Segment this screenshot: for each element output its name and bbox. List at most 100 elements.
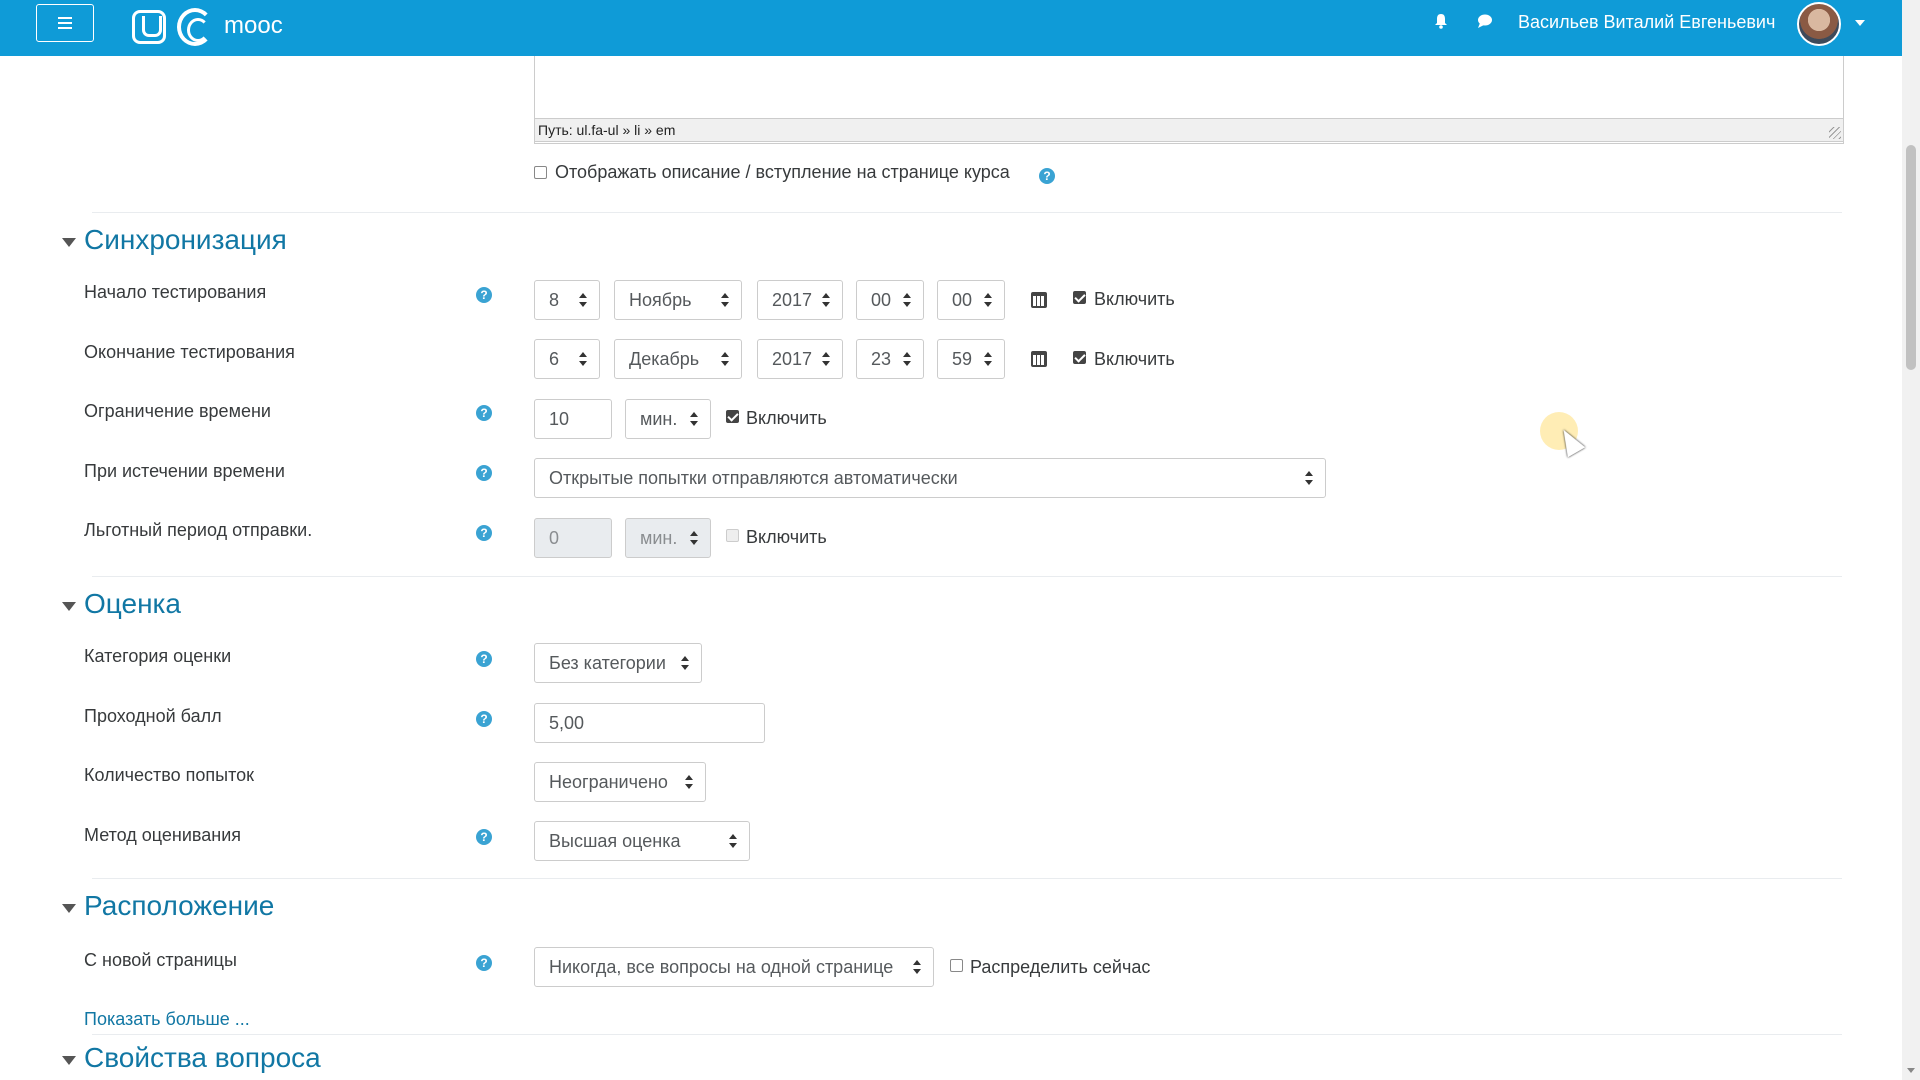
select-value: 8 — [549, 290, 560, 310]
show-more-link[interactable]: Показать больше ... — [84, 1009, 250, 1030]
grace-enable-label: Включить — [746, 527, 827, 547]
close-day-select[interactable]: 6 — [534, 339, 600, 379]
select-arrows-icon — [984, 293, 992, 307]
help-icon[interactable]: ? — [476, 525, 492, 541]
grade-category-label: Категория оценки — [84, 646, 232, 666]
collapse-caret-icon[interactable] — [62, 1056, 76, 1065]
menu-toggle-button[interactable] — [36, 4, 94, 42]
show-description-checkbox[interactable] — [534, 166, 547, 179]
pass-grade-label: Проходной балл — [84, 706, 222, 726]
pass-grade-input[interactable]: 5,00 — [534, 703, 765, 743]
select-arrows-icon — [903, 293, 911, 307]
select-arrows-icon — [822, 352, 830, 366]
help-icon[interactable]: ? — [476, 465, 492, 481]
select-arrows-icon — [903, 352, 911, 366]
section-title-question[interactable]: Свойства вопроса — [84, 1042, 321, 1074]
select-arrows-icon — [1305, 471, 1313, 485]
grade-method-label: Метод оценивания — [84, 825, 242, 845]
collapse-caret-icon[interactable] — [62, 238, 76, 247]
select-arrows-icon — [579, 352, 587, 366]
select-value: Открытые попытки отправляются автоматиче… — [549, 468, 958, 488]
select-value: мин. — [640, 528, 678, 548]
user-avatar[interactable] — [1797, 2, 1841, 46]
select-value: 23 — [871, 349, 892, 369]
select-arrows-icon — [579, 293, 587, 307]
attempts-label: Количество попыток — [84, 765, 255, 785]
help-icon[interactable]: ? — [476, 829, 492, 845]
help-icon[interactable]: ? — [1039, 168, 1055, 184]
help-icon[interactable]: ? — [476, 651, 492, 667]
select-arrows-icon — [685, 775, 693, 789]
calendar-icon[interactable] — [1031, 351, 1047, 367]
new-page-select[interactable]: Никогда, все вопросы на одной странице — [534, 947, 934, 987]
new-page-label: С новой страницы — [84, 950, 237, 970]
select-arrows-icon — [681, 656, 689, 670]
select-value: 6 — [549, 349, 560, 369]
brand-name[interactable]: mooc — [224, 12, 283, 40]
on-expire-select[interactable]: Открытые попытки отправляются автоматиче… — [534, 458, 1326, 498]
select-value: 2017 — [772, 349, 813, 369]
section-title-sync[interactable]: Синхронизация — [84, 224, 287, 256]
open-enable-checkbox[interactable] — [1073, 291, 1086, 304]
section-title-grade[interactable]: Оценка — [84, 588, 181, 620]
select-arrows-icon — [721, 293, 729, 307]
select-arrows-icon — [913, 960, 921, 974]
select-value: 59 — [952, 349, 973, 369]
on-expire-label: При истечении времени — [84, 461, 285, 481]
select-value: Ноябрь — [629, 290, 692, 310]
editor-path-text: Путь: ul.fa-ul » li » em — [538, 122, 676, 138]
close-month-select[interactable]: Декабрь — [614, 339, 742, 379]
divider — [92, 1034, 1842, 1035]
open-enable-label: Включить — [1094, 289, 1175, 309]
help-icon[interactable]: ? — [476, 711, 492, 727]
grade-category-select[interactable]: Без категории — [534, 643, 702, 683]
time-limit-unit-select[interactable]: мин. — [625, 399, 711, 439]
user-name[interactable]: Васильев Виталий Евгеньевич — [1518, 12, 1775, 33]
university-logo-icon[interactable] — [132, 10, 166, 44]
close-enable-checkbox[interactable] — [1073, 351, 1086, 364]
open-year-select[interactable]: 2017 — [757, 280, 843, 320]
close-year-select[interactable]: 2017 — [757, 339, 843, 379]
attempts-select[interactable]: Неограничено — [534, 762, 706, 802]
select-arrows-icon — [690, 531, 698, 545]
close-date-label: Окончание тестирования — [84, 342, 295, 362]
bell-icon[interactable] — [1432, 12, 1450, 30]
select-value: 00 — [871, 290, 892, 310]
help-icon[interactable]: ? — [476, 287, 492, 303]
section-title-layout[interactable]: Расположение — [84, 890, 274, 922]
repaginate-checkbox[interactable] — [950, 959, 963, 972]
chevron-down-icon[interactable] — [1855, 20, 1865, 26]
grade-method-select[interactable]: Высшая оценка — [534, 821, 750, 861]
resize-grip-icon[interactable] — [1829, 127, 1841, 139]
scrollbar-thumb[interactable] — [1906, 145, 1916, 370]
time-limit-input[interactable]: 10 — [534, 399, 612, 439]
hamburger-icon — [58, 17, 72, 29]
help-icon[interactable]: ? — [476, 955, 492, 971]
select-arrows-icon — [984, 352, 992, 366]
grace-period-unit-select[interactable]: мин. — [625, 518, 711, 558]
divider — [92, 878, 1842, 879]
help-icon[interactable]: ? — [476, 405, 492, 421]
time-limit-label: Ограничение времени — [84, 401, 271, 421]
close-hour-select[interactable]: 23 — [856, 339, 924, 379]
time-limit-enable-checkbox[interactable] — [726, 410, 739, 423]
open-minute-select[interactable]: 00 — [937, 280, 1005, 320]
top-navbar: mooc Васильев Виталий Евгеньевич — [0, 0, 1902, 56]
collapse-caret-icon[interactable] — [62, 904, 76, 913]
select-arrows-icon — [721, 352, 729, 366]
page-scrollbar[interactable] — [1902, 0, 1920, 1080]
grace-period-input[interactable]: 0 — [534, 518, 612, 558]
grace-enable-checkbox[interactable] — [726, 529, 739, 542]
open-day-select[interactable]: 8 — [534, 280, 600, 320]
select-value: Декабрь — [629, 349, 700, 369]
open-hour-select[interactable]: 00 — [856, 280, 924, 320]
calendar-icon[interactable] — [1031, 292, 1047, 308]
scroll-down-arrow-icon[interactable] — [1907, 1068, 1915, 1073]
close-minute-select[interactable]: 59 — [937, 339, 1005, 379]
grace-period-label: Льготный период отправки. — [84, 520, 313, 540]
chat-bubble-icon[interactable] — [1476, 12, 1494, 30]
select-value: 00 — [952, 290, 973, 310]
open-month-select[interactable]: Ноябрь — [614, 280, 742, 320]
brand-logo-icon[interactable] — [177, 8, 213, 46]
collapse-caret-icon[interactable] — [62, 602, 76, 611]
